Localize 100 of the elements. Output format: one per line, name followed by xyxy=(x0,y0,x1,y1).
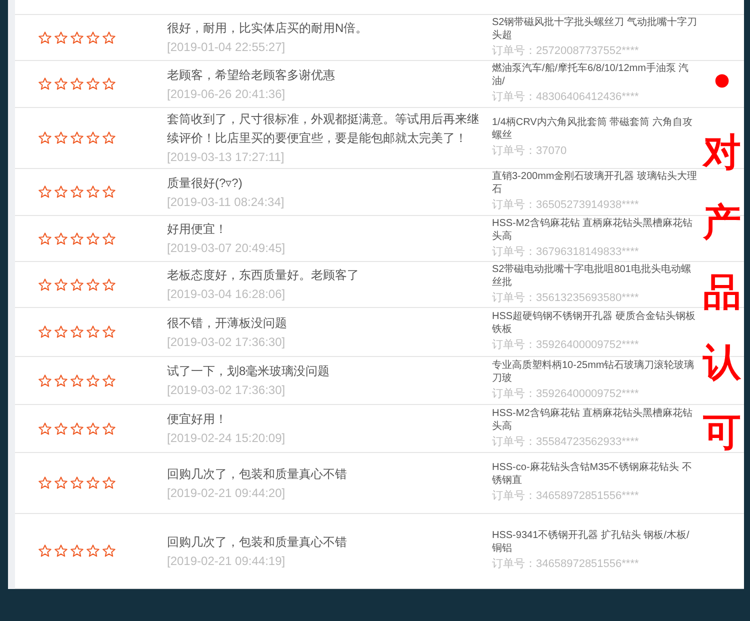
product-name: HSS超硬钨钢不锈钢开孔器 硬质合金钻头钢板铁板 xyxy=(492,310,696,336)
review-date: [2019-02-24 15:20:09] xyxy=(167,430,286,447)
star-icon xyxy=(102,544,116,558)
star-icon xyxy=(102,278,116,292)
star-icon xyxy=(86,232,100,246)
star-icon xyxy=(38,325,52,339)
review-comment: 套筒收到了，尺寸很标准，外观都挺满意。等试用后再来继续评价！比店里买的要便宜些，要是能包邮就太完美了！ xyxy=(167,111,480,147)
review-comment: 好用便宜！ xyxy=(167,221,228,238)
product-name: HSS-9341不锈钢开孔器 扩孔钻头 钢板/木板/铜铝 xyxy=(492,529,690,555)
star-icon xyxy=(38,278,52,292)
product-name: 1/4柄CRV内六角风批套筒 带磁套筒 六角自攻螺丝 xyxy=(492,116,694,142)
promo-character: 认 xyxy=(702,340,742,384)
star-icon xyxy=(38,77,52,91)
order-number: 订单号：36796318149833**** xyxy=(492,244,640,260)
star-icon xyxy=(54,185,68,199)
product-name: S2钢带磁风批十字批头螺丝刀 气动批嘴十字刀头超 xyxy=(492,16,698,42)
review-comment: 试了一下，划8毫米玻璃没问题 xyxy=(167,363,331,380)
star-icon xyxy=(70,185,84,199)
star-icon xyxy=(54,278,68,292)
review-date: [2019-03-11 08:24:34] xyxy=(167,194,286,210)
product-name: HSS-M2含钨麻花钻 直柄麻花钻头黑槽麻花钻头高 xyxy=(492,406,694,432)
star-icon xyxy=(38,185,52,199)
review-date: [2019-02-21 09:44:20] xyxy=(167,484,286,502)
star-icon xyxy=(54,232,68,246)
star-icon xyxy=(102,374,116,388)
order-number: 订单号：34658972851556**** xyxy=(492,489,640,504)
star-icon xyxy=(54,77,68,91)
review-date: [2019-03-02 17:36:30] xyxy=(167,334,286,350)
star-icon xyxy=(70,422,84,436)
star-icon xyxy=(70,131,84,145)
star-icon xyxy=(86,30,100,44)
order-number: 订单号：34658972851556**** xyxy=(492,557,640,572)
star-icon xyxy=(102,476,116,490)
star-icon xyxy=(38,232,52,246)
star-icon xyxy=(70,232,84,246)
product-name: 燃油泵汽车/船/摩托车6/8/10/12mm手油泵 汽油/ xyxy=(492,62,690,88)
review-date: [2019-02-21 09:44:19] xyxy=(167,552,286,570)
star-icon xyxy=(102,77,116,91)
star-icon xyxy=(70,278,84,292)
star-icon xyxy=(38,131,52,145)
order-number: 订单号：35613235693580**** xyxy=(492,290,640,306)
star-icon xyxy=(38,422,52,436)
star-icon xyxy=(54,374,68,388)
product-name: S2带磁电动批嘴十字电批咀801电批头电动螺丝批 xyxy=(492,262,692,288)
review-date: [2019-03-07 20:49:45] xyxy=(167,240,286,257)
product-name: HSS-co-麻花钻头含钴M35不锈钢麻花钻头 不锈钢直 xyxy=(492,461,694,487)
star-icon xyxy=(102,325,116,339)
star-icon xyxy=(38,476,52,490)
star-icon xyxy=(70,374,84,388)
product-name: 专业高质塑料柄10-25mm钻石玻璃刀滚轮玻璃刀玻 xyxy=(492,358,696,384)
review-comment: 质量很好(?▿?) xyxy=(167,174,244,192)
promo-character: • xyxy=(708,60,736,104)
star-icon xyxy=(86,422,100,436)
review-comment: 很好，耐用，比实体店买的耐用N倍。 xyxy=(167,20,369,37)
product-name: 直销3-200mm金刚石玻璃开孔器 玻璃钻头大理石 xyxy=(492,170,698,196)
review-comment: 很不错，开薄板没问题 xyxy=(167,314,288,332)
product-name: HSS-M2含钨麻花钻 直柄麻花钻头黑槽麻花钻头高 xyxy=(492,216,694,242)
star-icon xyxy=(102,30,116,44)
review-date: [2019-03-04 16:28:06] xyxy=(167,286,286,303)
star-icon xyxy=(38,544,52,558)
star-icon xyxy=(86,325,100,339)
star-icon xyxy=(102,185,116,199)
star-icon xyxy=(70,476,84,490)
review-comment: 便宜好用！ xyxy=(167,411,228,428)
order-number: 订单号：35926400009752**** xyxy=(492,338,640,353)
star-icon xyxy=(70,325,84,339)
order-number: 订单号：25720087737552**** xyxy=(492,44,640,58)
order-number: 订单号：48306406412436**** xyxy=(492,90,640,105)
star-icon xyxy=(54,325,68,339)
promo-character: 可 xyxy=(702,410,742,454)
star-icon xyxy=(38,374,52,388)
order-number: 订单号：35584723562933**** xyxy=(492,434,640,450)
review-comment: 回购几次了，包装和质量真心不错 xyxy=(167,534,348,550)
star-icon xyxy=(54,30,68,44)
review-comment: 老板态度好，东西质量好。老顾客了 xyxy=(167,267,360,284)
star-icon xyxy=(102,422,116,436)
star-icon xyxy=(86,278,100,292)
star-icon xyxy=(54,476,68,490)
star-icon xyxy=(38,30,52,44)
promo-character: 对 xyxy=(702,130,742,174)
promo-character: 产 xyxy=(702,200,742,244)
star-icon xyxy=(102,232,116,246)
star-icon xyxy=(70,544,84,558)
promo-character: 品 xyxy=(702,270,742,314)
star-icon xyxy=(86,131,100,145)
star-icon xyxy=(86,374,100,388)
star-icon xyxy=(54,422,68,436)
review-date: [2019-03-13 17:27:11] xyxy=(167,149,286,166)
star-icon xyxy=(70,77,84,91)
review-comment: 回购几次了，包装和质量真心不错 xyxy=(167,466,348,482)
order-number: 订单号：36505273914938**** xyxy=(492,198,640,213)
star-icon xyxy=(102,131,116,145)
review-comment: 老顾客，希望给老顾客多谢优惠 xyxy=(167,66,336,84)
star-icon xyxy=(86,544,100,558)
star-icon xyxy=(54,544,68,558)
order-number: 订单号：37070 xyxy=(492,144,568,159)
star-icon xyxy=(86,476,100,490)
star-icon xyxy=(86,185,100,199)
review-date: [2019-06-26 20:41:36] xyxy=(167,86,286,102)
review-date: [2019-03-02 17:36:30] xyxy=(167,382,286,399)
